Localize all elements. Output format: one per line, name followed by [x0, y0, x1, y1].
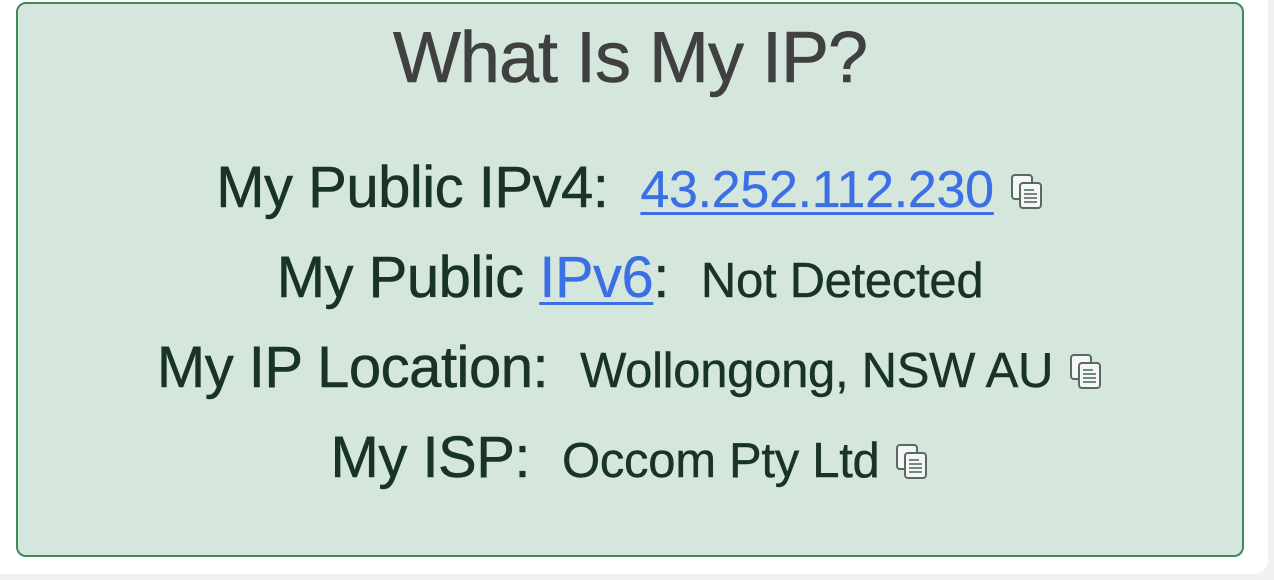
ipv4-value-link[interactable]: 43.252.112.230: [640, 160, 994, 220]
ipv4-row: My Public IPv4: 43.252.112.230: [18, 154, 1242, 221]
ipv6-label: My Public IPv6:: [276, 244, 670, 311]
ipv6-row: My Public IPv6: Not Detected: [18, 244, 1242, 311]
location-label: My IP Location:: [156, 335, 549, 401]
isp-label: My ISP:: [330, 425, 531, 491]
ipv4-label: My Public IPv4:: [216, 155, 609, 221]
copy-icon[interactable]: [1010, 173, 1044, 211]
copy-icon[interactable]: [895, 443, 929, 481]
ipv6-info-link[interactable]: IPv6: [539, 245, 654, 310]
isp-value: Occom Pty Ltd: [562, 434, 880, 488]
ip-info-card: What Is My IP? My Public IPv4: 43.252.11…: [16, 2, 1244, 557]
location-value: Wollongong, NSW AU: [580, 344, 1054, 398]
ipv6-label-suffix: :: [653, 245, 670, 311]
ipv6-value: Not Detected: [700, 254, 984, 308]
page-background: What Is My IP? My Public IPv4: 43.252.11…: [0, 0, 1268, 574]
ipv6-label-prefix: My Public: [276, 245, 540, 311]
page-title: What Is My IP?: [392, 18, 869, 99]
copy-icon[interactable]: [1069, 353, 1103, 391]
isp-row: My ISP: Occom Pty Ltd: [18, 424, 1242, 491]
location-row: My IP Location: Wollongong, NSW AU: [18, 334, 1242, 401]
